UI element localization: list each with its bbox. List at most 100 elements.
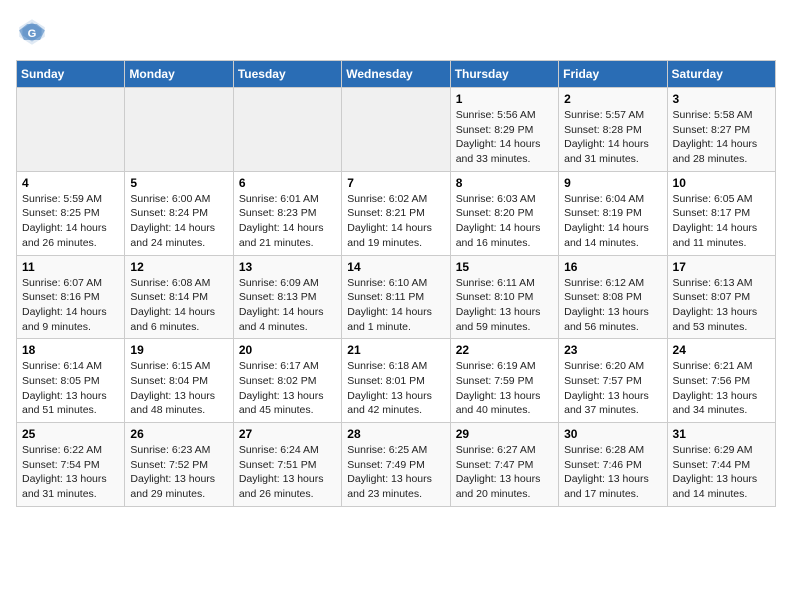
calendar-cell: 10 Sunrise: 6:05 AM Sunset: 8:17 PM Dayli…: [667, 171, 775, 255]
day-header-saturday: Saturday: [667, 61, 775, 88]
calendar-week-row: 11Sunrise: 6:07 AM Sunset: 8:16 PM Dayli…: [17, 255, 776, 339]
day-info: Sunrise: 6:18 AM Sunset: 8:01 PM Dayligh…: [347, 359, 444, 418]
calendar-week-row: 18 Sunrise: 6:14 AM Sunset: 8:05 PM Dayli…: [17, 339, 776, 423]
calendar-cell: 13Sunrise: 6:09 AM Sunset: 8:13 PM Dayli…: [233, 255, 341, 339]
calendar-cell: 28 Sunrise: 6:25 AM Sunset: 7:49 PM Dayli…: [342, 423, 450, 507]
day-info: Sunrise: 6:23 AM Sunset: 7:52 PM Dayligh…: [130, 443, 227, 502]
day-info: Sunrise: 6:09 AM Sunset: 8:13 PM Dayligh…: [239, 276, 336, 335]
day-info: Sunrise: 6:24 AM Sunset: 7:51 PM Dayligh…: [239, 443, 336, 502]
calendar-cell: 29 Sunrise: 6:27 AM Sunset: 7:47 PM Dayli…: [450, 423, 558, 507]
day-number: 27: [239, 427, 336, 441]
calendar-cell: 27 Sunrise: 6:24 AM Sunset: 7:51 PM Dayli…: [233, 423, 341, 507]
calendar-cell: 2 Sunrise: 5:57 AM Sunset: 8:28 PM Daylig…: [559, 88, 667, 172]
calendar-cell: 4 Sunrise: 5:59 AM Sunset: 8:25 PM Daylig…: [17, 171, 125, 255]
day-info: Sunrise: 6:10 AM Sunset: 8:11 PM Dayligh…: [347, 276, 444, 335]
day-number: 31: [673, 427, 770, 441]
day-number: 17: [673, 260, 770, 274]
calendar-cell: 16 Sunrise: 6:12 AM Sunset: 8:08 PM Dayli…: [559, 255, 667, 339]
calendar-cell: 12 Sunrise: 6:08 AM Sunset: 8:14 PM Dayli…: [125, 255, 233, 339]
calendar-cell: 18 Sunrise: 6:14 AM Sunset: 8:05 PM Dayli…: [17, 339, 125, 423]
day-info: Sunrise: 6:00 AM Sunset: 8:24 PM Dayligh…: [130, 192, 227, 251]
day-info: Sunrise: 6:20 AM Sunset: 7:57 PM Dayligh…: [564, 359, 661, 418]
day-info: Sunrise: 6:05 AM Sunset: 8:17 PM Dayligh…: [673, 192, 770, 251]
day-info: Sunrise: 6:25 AM Sunset: 7:49 PM Dayligh…: [347, 443, 444, 502]
day-number: 22: [456, 343, 553, 357]
day-number: 4: [22, 176, 119, 190]
day-info: Sunrise: 6:03 AM Sunset: 8:20 PM Dayligh…: [456, 192, 553, 251]
day-info: Sunrise: 5:59 AM Sunset: 8:25 PM Dayligh…: [22, 192, 119, 251]
calendar-cell: 17 Sunrise: 6:13 AM Sunset: 8:07 PM Dayli…: [667, 255, 775, 339]
calendar-cell: 25Sunrise: 6:22 AM Sunset: 7:54 PM Dayli…: [17, 423, 125, 507]
day-number: 23: [564, 343, 661, 357]
calendar-cell: 11Sunrise: 6:07 AM Sunset: 8:16 PM Dayli…: [17, 255, 125, 339]
calendar-cell: 21 Sunrise: 6:18 AM Sunset: 8:01 PM Dayli…: [342, 339, 450, 423]
calendar-cell: 30 Sunrise: 6:28 AM Sunset: 7:46 PM Dayli…: [559, 423, 667, 507]
day-info: Sunrise: 6:13 AM Sunset: 8:07 PM Dayligh…: [673, 276, 770, 335]
day-number: 7: [347, 176, 444, 190]
calendar-cell: [342, 88, 450, 172]
day-header-monday: Monday: [125, 61, 233, 88]
day-number: 28: [347, 427, 444, 441]
day-info: Sunrise: 6:12 AM Sunset: 8:08 PM Dayligh…: [564, 276, 661, 335]
day-info: Sunrise: 6:28 AM Sunset: 7:46 PM Dayligh…: [564, 443, 661, 502]
calendar-cell: 1Sunrise: 5:56 AM Sunset: 8:29 PM Daylig…: [450, 88, 558, 172]
day-number: 14: [347, 260, 444, 274]
day-number: 18: [22, 343, 119, 357]
day-info: Sunrise: 5:56 AM Sunset: 8:29 PM Dayligh…: [456, 108, 553, 167]
day-number: 6: [239, 176, 336, 190]
calendar-cell: 3 Sunrise: 5:58 AM Sunset: 8:27 PM Daylig…: [667, 88, 775, 172]
day-info: Sunrise: 6:04 AM Sunset: 8:19 PM Dayligh…: [564, 192, 661, 251]
day-number: 29: [456, 427, 553, 441]
day-number: 2: [564, 92, 661, 106]
day-info: Sunrise: 6:11 AM Sunset: 8:10 PM Dayligh…: [456, 276, 553, 335]
calendar-header-row: SundayMondayTuesdayWednesdayThursdayFrid…: [17, 61, 776, 88]
calendar-cell: [125, 88, 233, 172]
day-info: Sunrise: 6:07 AM Sunset: 8:16 PM Dayligh…: [22, 276, 119, 335]
calendar-cell: 31Sunrise: 6:29 AM Sunset: 7:44 PM Dayli…: [667, 423, 775, 507]
calendar-week-row: 25Sunrise: 6:22 AM Sunset: 7:54 PM Dayli…: [17, 423, 776, 507]
calendar-cell: 19Sunrise: 6:15 AM Sunset: 8:04 PM Dayli…: [125, 339, 233, 423]
svg-text:G: G: [28, 28, 37, 40]
day-number: 21: [347, 343, 444, 357]
day-info: Sunrise: 6:19 AM Sunset: 7:59 PM Dayligh…: [456, 359, 553, 418]
day-number: 20: [239, 343, 336, 357]
day-number: 19: [130, 343, 227, 357]
day-number: 24: [673, 343, 770, 357]
calendar-cell: 5 Sunrise: 6:00 AM Sunset: 8:24 PM Daylig…: [125, 171, 233, 255]
calendar-cell: 6 Sunrise: 6:01 AM Sunset: 8:23 PM Daylig…: [233, 171, 341, 255]
day-number: 10: [673, 176, 770, 190]
day-number: 30: [564, 427, 661, 441]
calendar-week-row: 1Sunrise: 5:56 AM Sunset: 8:29 PM Daylig…: [17, 88, 776, 172]
calendar-cell: 24Sunrise: 6:21 AM Sunset: 7:56 PM Dayli…: [667, 339, 775, 423]
day-info: Sunrise: 6:27 AM Sunset: 7:47 PM Dayligh…: [456, 443, 553, 502]
logo-icon: G: [16, 16, 48, 48]
calendar-cell: [233, 88, 341, 172]
day-header-thursday: Thursday: [450, 61, 558, 88]
calendar-cell: 22 Sunrise: 6:19 AM Sunset: 7:59 PM Dayli…: [450, 339, 558, 423]
day-number: 3: [673, 92, 770, 106]
day-info: Sunrise: 6:14 AM Sunset: 8:05 PM Dayligh…: [22, 359, 119, 418]
calendar-cell: 23 Sunrise: 6:20 AM Sunset: 7:57 PM Dayli…: [559, 339, 667, 423]
calendar-table: SundayMondayTuesdayWednesdayThursdayFrid…: [16, 60, 776, 507]
day-number: 12: [130, 260, 227, 274]
day-info: Sunrise: 5:57 AM Sunset: 8:28 PM Dayligh…: [564, 108, 661, 167]
day-header-wednesday: Wednesday: [342, 61, 450, 88]
day-number: 15: [456, 260, 553, 274]
calendar-cell: 9Sunrise: 6:04 AM Sunset: 8:19 PM Daylig…: [559, 171, 667, 255]
day-number: 5: [130, 176, 227, 190]
day-number: 16: [564, 260, 661, 274]
day-info: Sunrise: 5:58 AM Sunset: 8:27 PM Dayligh…: [673, 108, 770, 167]
calendar-cell: 14 Sunrise: 6:10 AM Sunset: 8:11 PM Dayli…: [342, 255, 450, 339]
calendar-cell: 7Sunrise: 6:02 AM Sunset: 8:21 PM Daylig…: [342, 171, 450, 255]
day-header-friday: Friday: [559, 61, 667, 88]
day-info: Sunrise: 6:22 AM Sunset: 7:54 PM Dayligh…: [22, 443, 119, 502]
header: G: [16, 16, 776, 48]
calendar-cell: 26Sunrise: 6:23 AM Sunset: 7:52 PM Dayli…: [125, 423, 233, 507]
calendar-cell: 8 Sunrise: 6:03 AM Sunset: 8:20 PM Daylig…: [450, 171, 558, 255]
day-header-tuesday: Tuesday: [233, 61, 341, 88]
day-info: Sunrise: 6:01 AM Sunset: 8:23 PM Dayligh…: [239, 192, 336, 251]
calendar-week-row: 4 Sunrise: 5:59 AM Sunset: 8:25 PM Daylig…: [17, 171, 776, 255]
day-number: 8: [456, 176, 553, 190]
day-info: Sunrise: 6:08 AM Sunset: 8:14 PM Dayligh…: [130, 276, 227, 335]
day-header-sunday: Sunday: [17, 61, 125, 88]
